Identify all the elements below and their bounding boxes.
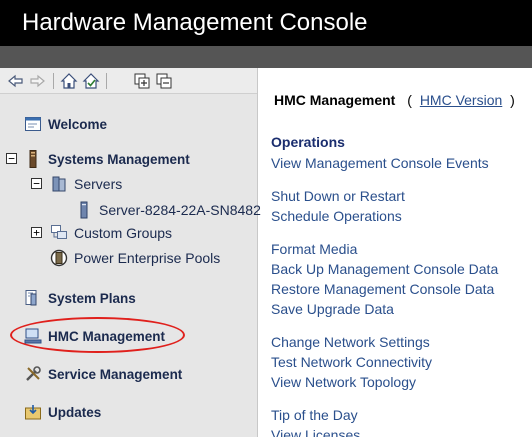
collapse-all-icon[interactable] — [155, 72, 173, 90]
nav-label: System Plans — [48, 290, 136, 306]
nav-label: Updates — [48, 404, 102, 420]
task-view-network-topology[interactable]: View Network Topology — [271, 374, 416, 390]
collapse-toggle[interactable]: − — [31, 178, 42, 189]
home-icon[interactable] — [60, 72, 78, 90]
nav-label: Server-8284-22A-SN8482 — [99, 202, 261, 218]
servers-icon — [50, 175, 68, 193]
task-change-network-settings[interactable]: Change Network Settings — [271, 334, 430, 350]
expand-toggle[interactable]: + — [31, 227, 42, 238]
nav-toolbar — [0, 68, 257, 94]
hmc-version-link[interactable]: HMC Version — [420, 92, 502, 108]
task-back-up-data[interactable]: Back Up Management Console Data — [271, 261, 498, 277]
nav-server-item[interactable]: Server-8284-22A-SN8482 — [75, 201, 261, 219]
header-strip — [0, 46, 532, 68]
groups-icon — [50, 224, 68, 242]
power-pool-icon — [50, 249, 68, 267]
work-pane-header: HMC Management ( HMC Version ) — [274, 92, 515, 108]
task-schedule-operations[interactable]: Schedule Operations — [271, 208, 402, 224]
task-view-console-events[interactable]: View Management Console Events — [271, 155, 489, 171]
toolbar-divider — [106, 73, 107, 89]
nav-label: Custom Groups — [74, 225, 173, 241]
nav-label: Welcome — [48, 116, 108, 132]
task-format-media[interactable]: Format Media — [271, 241, 357, 257]
task-shut-down-restart[interactable]: Shut Down or Restart — [271, 188, 405, 204]
collapse-toggle[interactable]: − — [6, 153, 17, 164]
back-arrow-icon[interactable] — [7, 72, 25, 90]
work-pane-title: HMC Management — [274, 92, 396, 108]
server-icon — [75, 201, 93, 219]
home-check-icon[interactable] — [82, 72, 100, 90]
nav-label: Power Enterprise Pools — [74, 250, 221, 266]
server-tower-icon — [24, 150, 42, 168]
operations-section-title: Operations — [271, 134, 345, 150]
nav-systems-management[interactable]: Systems Management — [24, 150, 190, 168]
system-plans-icon — [24, 289, 42, 307]
app-title: Hardware Management Console — [0, 0, 532, 46]
nav-custom-groups[interactable]: Custom Groups — [50, 224, 172, 242]
close-paren: ) — [510, 92, 515, 108]
toolbar-divider — [53, 73, 54, 89]
task-save-upgrade-data[interactable]: Save Upgrade Data — [271, 301, 394, 317]
task-restore-data[interactable]: Restore Management Console Data — [271, 281, 494, 297]
work-pane: HMC Management ( HMC Version ) Operation… — [259, 68, 532, 437]
open-paren: ( — [407, 92, 412, 108]
window-icon — [24, 115, 42, 133]
updates-icon — [24, 403, 42, 421]
nav-updates[interactable]: Updates — [24, 403, 101, 421]
task-tip-of-the-day[interactable]: Tip of the Day — [271, 407, 358, 423]
expand-all-icon[interactable] — [133, 72, 151, 90]
task-view-licenses[interactable]: View Licenses — [271, 427, 360, 437]
task-test-network-connectivity[interactable]: Test Network Connectivity — [271, 354, 432, 370]
nav-service-management[interactable]: Service Management — [24, 365, 182, 383]
forward-arrow-icon[interactable] — [28, 72, 46, 90]
nav-label: Servers — [74, 176, 123, 192]
nav-label: Service Management — [48, 366, 183, 382]
nav-power-enterprise-pools[interactable]: Power Enterprise Pools — [50, 249, 220, 267]
nav-label: Systems Management — [48, 151, 190, 167]
tools-icon — [24, 365, 42, 383]
nav-welcome[interactable]: Welcome — [24, 115, 107, 133]
navigation-pane: Welcome − Systems Management − Servers S… — [0, 68, 261, 437]
nav-system-plans[interactable]: System Plans — [24, 289, 136, 307]
highlight-circle-annotation — [10, 317, 185, 353]
nav-servers[interactable]: Servers — [50, 175, 122, 193]
